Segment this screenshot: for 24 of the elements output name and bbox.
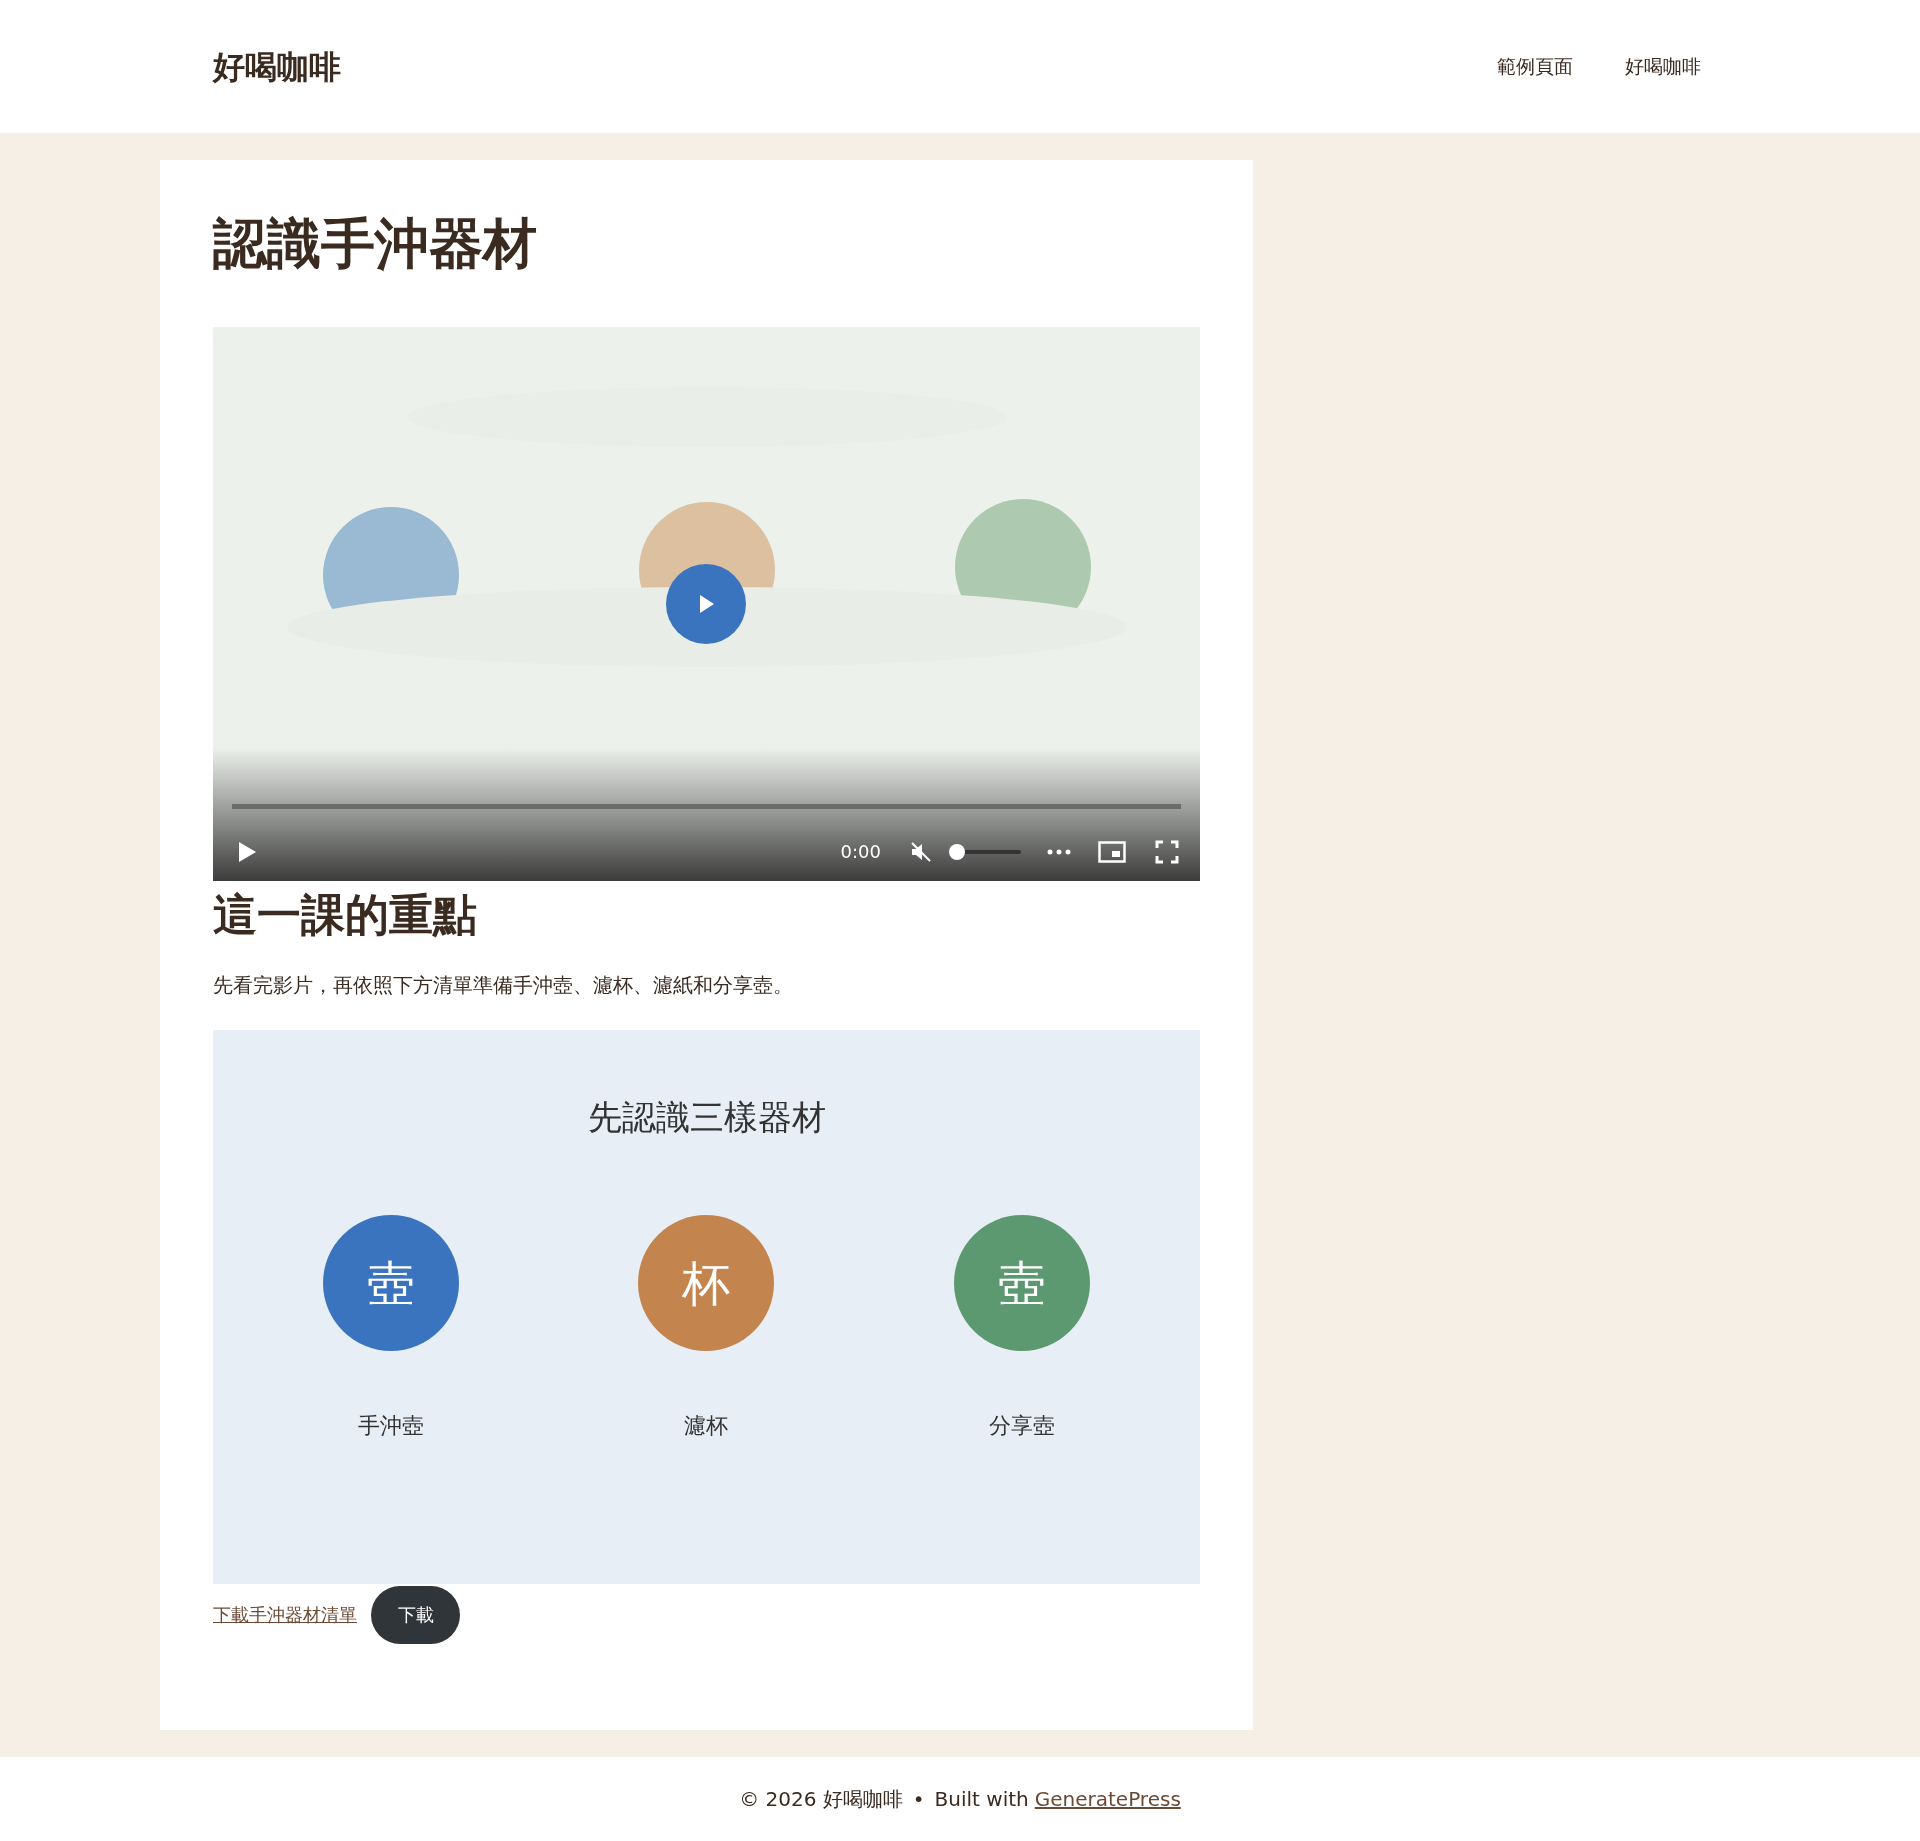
progress-track[interactable] [232,803,1181,809]
more-icon [1047,848,1071,855]
fullscreen-icon [1155,839,1179,864]
built-with-text: Built with [934,1786,1029,1813]
site-title: 好喝咖啡 [213,46,341,88]
copyright-text: © 2026 好喝咖啡 [739,1786,903,1813]
nav-link[interactable]: 好喝咖啡 [1625,52,1701,81]
separator-dot: • [912,1786,925,1813]
section-heading: 這一課的重點 [213,888,478,942]
lesson-paragraph: 先看完影片，再依照下方清單準備手沖壺、濾杯、濾紙和分享壺。 [213,971,794,999]
download-button[interactable]: 下載 [371,1585,460,1644]
download-list-link[interactable]: 下載手沖器材清單 [213,1601,357,1629]
illustration-title: 先認識三樣器材 [587,1095,826,1139]
picture-in-picture-icon [1098,840,1126,863]
muted-speaker-icon [909,839,933,864]
volume-slider[interactable] [949,843,1021,860]
generatepress-link[interactable]: GeneratePress [1034,1784,1181,1814]
nav-link[interactable]: 範例頁面 [1497,52,1573,81]
play-icon [237,840,257,863]
equipment-label: 濾杯 [684,1411,729,1440]
time-display: 0:00 [840,840,881,865]
equipment-label: 分享壺 [989,1411,1056,1440]
page-title: 認識手沖器材 [213,212,538,277]
equipment-label: 手沖壺 [357,1411,424,1440]
